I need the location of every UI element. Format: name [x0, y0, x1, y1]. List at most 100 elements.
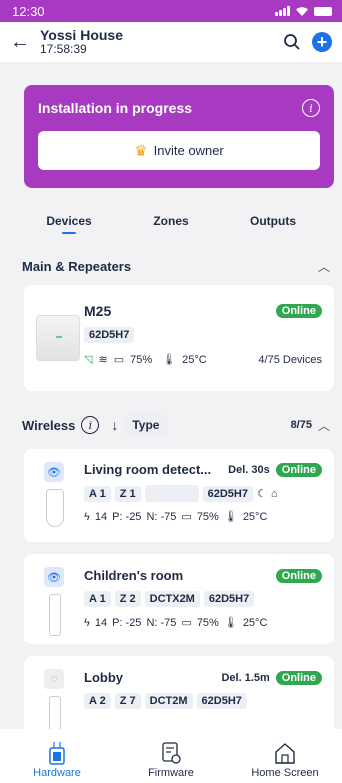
bottom-navigation: Hardware Firmware Home Screen [0, 729, 342, 783]
section-title: Main & Repeaters [22, 258, 132, 274]
wireless-device-card[interactable]: ◌ Lobby Del. 1.5m Online A 2 Z 7 DCT2M 6… [24, 656, 334, 729]
temperature: 25°C [242, 510, 268, 523]
p-value: P: -25 [112, 510, 142, 523]
device-name: Living room detect... [84, 462, 212, 477]
area-badge: A 1 [84, 591, 111, 607]
device-name: M25 [84, 303, 112, 319]
page-title: Yossi House [40, 27, 123, 43]
tab-outputs[interactable]: Outputs [228, 214, 318, 228]
wireless-title: Wireless [22, 417, 76, 433]
eye-icon: 👁 [44, 462, 64, 482]
door-contact-image [49, 696, 61, 729]
status-badge: Online [275, 670, 322, 685]
devices-count: 4/75 Devices [258, 353, 322, 366]
model-badge [144, 485, 199, 502]
cellular-signal-icon [275, 6, 290, 16]
battery-level: 75% [130, 353, 153, 366]
status-icons [275, 6, 332, 17]
status-badge: Online [275, 568, 322, 583]
thermometer-icon: 🌡 [162, 354, 177, 366]
main-repeaters-header[interactable]: Main & Repeaters ︿ [0, 256, 342, 276]
status-badge: Online [275, 304, 322, 318]
moon-icon: ☾ [256, 488, 267, 500]
search-icon[interactable] [280, 30, 304, 54]
add-button[interactable]: + [312, 32, 332, 52]
invite-owner-button[interactable]: ♛ Invite owner [38, 131, 320, 170]
sort-arrow-icon[interactable]: ↓ [111, 417, 118, 433]
motion-detector-image [46, 489, 64, 527]
chevron-up-icon[interactable]: ︿ [318, 258, 330, 275]
wireless-header: Wireless i ↓ Type 8/75 ︿ [0, 411, 342, 439]
signal-strength-icon: ϟ [84, 510, 90, 523]
zone-badge: Z 7 [114, 693, 141, 709]
invite-owner-label: Invite owner [153, 143, 224, 158]
door-contact-image [49, 594, 61, 636]
wireless-device-card[interactable]: 👁 Living room detect... Del. 30s Online … [24, 449, 334, 542]
serial-badge: 62D5H7 [84, 327, 135, 343]
nav-label: Home Screen [251, 767, 319, 779]
page-subtitle-time: 17:58:39 [40, 42, 87, 56]
panel-device-image [36, 315, 80, 361]
tab-zones[interactable]: Zones [126, 214, 216, 228]
main-content[interactable]: Installation in progress i ♛ Invite owne… [0, 62, 342, 729]
eye-icon: 👁 [44, 567, 64, 587]
delay-label: Del. 1.5m [221, 671, 270, 684]
nav-label: Firmware [148, 767, 194, 779]
installation-title: Installation in progress [38, 100, 193, 116]
model-badge: DCTX2M [144, 591, 200, 607]
device-name: Children's room [84, 568, 184, 583]
hardware-icon [47, 739, 67, 767]
battery-icon [314, 6, 332, 16]
wireless-device-card[interactable]: 👁 Children's room Online A 1 Z 2 DCTX2M … [24, 554, 334, 644]
area-badge: A 2 [84, 693, 111, 709]
wireless-count: 8/75 [290, 419, 312, 431]
installation-banner: Installation in progress i ♛ Invite owne… [24, 85, 334, 188]
signal-value: 14 [94, 616, 108, 629]
info-icon[interactable]: i [81, 416, 100, 434]
battery-small-icon: ▭ [181, 511, 192, 523]
battery-small-icon: ▭ [181, 617, 192, 629]
thermometer-icon: 🌡 [223, 511, 238, 523]
nav-label: Hardware [33, 767, 81, 779]
zone-badge: Z 2 [114, 591, 141, 607]
chevron-up-icon[interactable]: ︿ [318, 417, 330, 434]
tab-bar: Devices Zones Outputs [0, 214, 342, 234]
nav-hardware[interactable]: Hardware [7, 739, 107, 779]
temperature: 25°C [242, 616, 268, 629]
p-value: P: -25 [112, 616, 142, 629]
status-bar: 12:30 [0, 0, 342, 22]
firmware-icon [160, 739, 182, 767]
header-title-group: Yossi House 17:58:39 [34, 28, 280, 56]
device-name: Lobby [84, 670, 123, 685]
app-header: ← Yossi House 17:58:39 + [0, 22, 342, 62]
home-icon [273, 739, 297, 767]
signal-strength-icon: ϟ [84, 616, 90, 629]
battery-small-icon: ▭ [113, 354, 125, 366]
info-icon[interactable]: i [302, 99, 320, 117]
temperature: 25°C [182, 353, 207, 366]
nav-home-screen[interactable]: Home Screen [235, 739, 335, 779]
thermometer-icon: 🌡 [223, 617, 238, 629]
crown-icon: ♛ [134, 142, 148, 160]
back-arrow-icon[interactable]: ← [10, 31, 34, 54]
sort-type-button[interactable]: Type [124, 414, 168, 436]
main-device-card[interactable]: M25 Online 62D5H7 ◹ ≋ ▭ 75% 🌡 25°C 4/75 … [24, 285, 334, 391]
n-value: N: -75 [146, 616, 177, 629]
model-badge: DCT2M [144, 693, 193, 709]
status-time: 12:30 [12, 3, 45, 19]
wifi-icon [296, 6, 308, 16]
area-badge: A 1 [84, 485, 111, 502]
battery-level: 75% [196, 616, 219, 629]
serial-badge: 62D5H7 [196, 693, 247, 709]
serial-badge: 62D5H7 [203, 591, 255, 607]
nav-firmware[interactable]: Firmware [121, 739, 221, 779]
n-value: N: -75 [146, 510, 177, 523]
tab-devices[interactable]: Devices [24, 214, 114, 234]
eye-off-icon: ◌ [44, 669, 64, 689]
signal-value: 14 [94, 510, 108, 523]
home-shield-icon: ⌂ [270, 487, 278, 500]
zone-badge: Z 1 [114, 485, 141, 502]
serial-badge: 62D5H7 [202, 485, 253, 502]
wifi-icon: ≋ [98, 354, 108, 366]
status-badge: Online [275, 462, 322, 477]
